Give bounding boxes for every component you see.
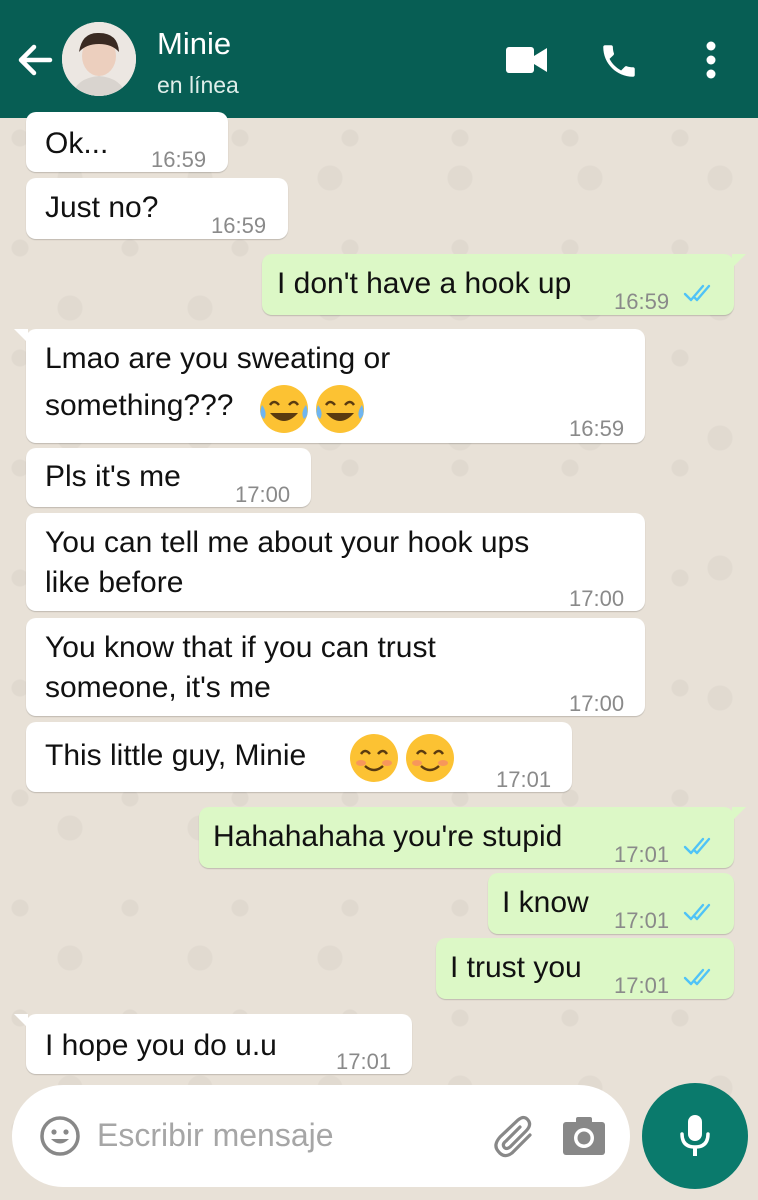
message-time: 16:59 xyxy=(211,213,267,238)
message-time: 16:59 xyxy=(569,416,625,441)
message-text: I don't have a hook up xyxy=(277,267,572,300)
message-text-line: something??? xyxy=(45,389,234,422)
message-time: 17:01 xyxy=(614,973,670,998)
message-incoming[interactable]: I hope you do u.u 17:01 xyxy=(14,1014,412,1074)
message-time: 17:01 xyxy=(336,1049,392,1074)
attach-button[interactable] xyxy=(490,1115,538,1164)
voice-call-button[interactable] xyxy=(598,40,640,87)
video-camera-icon xyxy=(506,47,547,73)
message-text-line: like before xyxy=(45,566,184,599)
message-outgoing[interactable]: I know 17:01 xyxy=(488,873,734,934)
bubble-tail xyxy=(14,329,28,343)
message-text-line: You can tell me about your hook ups xyxy=(45,526,530,559)
more-options-icon xyxy=(706,41,716,79)
message-text-line: someone, it's me xyxy=(45,671,271,704)
message-input[interactable]: Escribir mensaje xyxy=(97,1117,334,1154)
attach-icon xyxy=(494,1115,532,1158)
message-text: I hope you do u.u xyxy=(45,1029,277,1062)
message-incoming[interactable]: Pls it's me 17:00 xyxy=(26,448,311,507)
message-incoming[interactable]: You know that if you can trust someone, … xyxy=(26,618,645,716)
contact-avatar[interactable] xyxy=(62,22,136,96)
microphone-icon xyxy=(680,1115,710,1156)
message-time: 17:01 xyxy=(614,842,670,867)
emoji-icon xyxy=(40,1116,80,1156)
message-time: 16:59 xyxy=(151,147,207,172)
message-time: 17:00 xyxy=(569,586,625,611)
camera-icon xyxy=(563,1117,605,1155)
message-text: I trust you xyxy=(450,951,582,984)
read-receipt-icon xyxy=(683,903,711,921)
message-text: Pls it's me xyxy=(45,460,181,493)
message-outgoing[interactable]: Hahahahaha you're stupid 17:01 xyxy=(199,807,746,868)
message-incoming[interactable]: Ok... 16:59 xyxy=(26,112,228,172)
bubble-tail xyxy=(732,807,746,821)
bubble-tail xyxy=(732,254,746,268)
message-incoming[interactable]: Just no? 16:59 xyxy=(26,178,288,239)
more-options-button[interactable] xyxy=(700,40,722,85)
message-incoming[interactable]: Lmao are you sweating or something??? 16… xyxy=(14,329,645,443)
contact-name[interactable]: Minie xyxy=(157,26,231,62)
bubble-tail xyxy=(14,1014,28,1028)
back-arrow-icon xyxy=(18,44,53,76)
message-text: I know xyxy=(502,886,589,919)
voice-message-button[interactable] xyxy=(642,1083,748,1189)
read-receipt-icon xyxy=(683,284,711,302)
message-text: Hahahahaha you're stupid xyxy=(213,820,563,853)
message-text: Ok... xyxy=(45,127,109,160)
read-receipt-icon xyxy=(683,968,711,986)
message-time: 17:00 xyxy=(235,482,291,507)
message-incoming[interactable]: This little guy, Minie 17:01 xyxy=(26,722,572,792)
contact-status: en línea xyxy=(157,72,239,98)
video-call-button[interactable] xyxy=(506,44,548,81)
message-time: 17:00 xyxy=(569,691,625,716)
message-outgoing[interactable]: I don't have a hook up 16:59 xyxy=(262,254,746,315)
message-time: 17:01 xyxy=(496,767,552,792)
message-incoming[interactable]: You can tell me about your hook ups like… xyxy=(26,513,645,611)
avatar-photo xyxy=(62,22,136,96)
message-time: 16:59 xyxy=(614,289,670,314)
camera-button[interactable] xyxy=(562,1116,606,1161)
message-outgoing[interactable]: I trust you 17:01 xyxy=(436,938,734,999)
tears-of-joy-emoji-icon xyxy=(258,381,368,448)
emoji-button[interactable] xyxy=(39,1115,81,1162)
read-receipt-icon xyxy=(683,837,711,855)
message-time: 17:01 xyxy=(614,908,670,933)
message-text-line: You know that if you can trust xyxy=(45,631,436,664)
message-text: Just no? xyxy=(45,191,159,224)
message-composer[interactable]: Escribir mensaje xyxy=(12,1085,630,1187)
smiling-face-emoji-icon xyxy=(348,731,458,796)
message-text-line: Lmao are you sweating or xyxy=(45,342,391,375)
back-button[interactable] xyxy=(14,38,54,82)
phone-icon xyxy=(603,45,635,77)
chat-header: Minie en línea xyxy=(0,0,758,118)
message-text: This little guy, Minie xyxy=(45,739,307,772)
